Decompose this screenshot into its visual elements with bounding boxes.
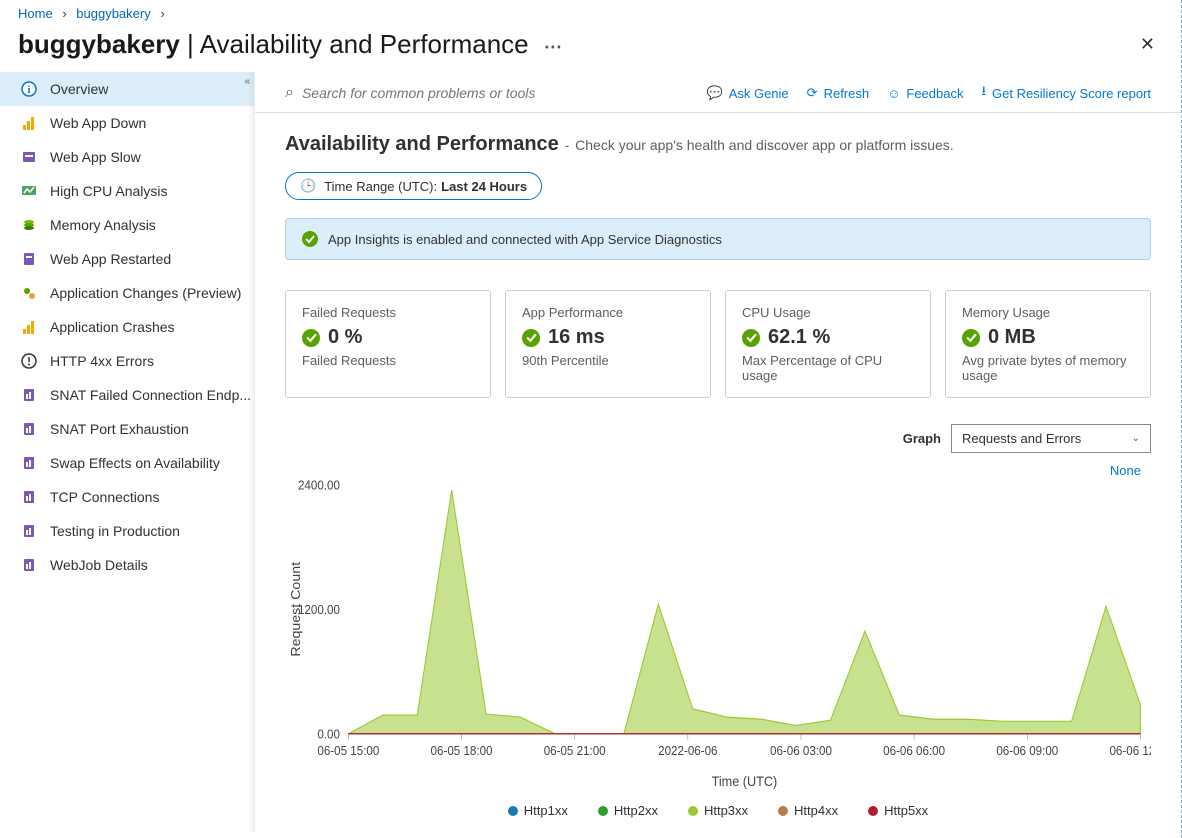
metric-card[interactable]: Failed Requests0 %Failed Requests — [285, 290, 491, 398]
smile-icon: ☺ — [887, 86, 900, 101]
section-title: Availability and Performance — [285, 133, 559, 156]
svg-text:2022-06-06: 2022-06-06 — [658, 743, 717, 758]
search-input[interactable] — [302, 85, 602, 101]
genie-icon: 💬 — [707, 85, 723, 101]
svg-text:Request Count: Request Count — [288, 562, 302, 657]
chart-legend: Http1xx Http2xx Http3xx Http4xx Http5xx — [285, 803, 1151, 818]
sidebar-item[interactable]: Application Changes (Preview) — [0, 276, 254, 310]
sidebar-icon — [20, 216, 38, 234]
sidebar-icon — [20, 420, 38, 438]
svg-text:06-05 21:00: 06-05 21:00 — [544, 743, 606, 758]
sidebar-item[interactable]: Swap Effects on Availability — [0, 446, 254, 480]
sidebar-icon — [20, 454, 38, 472]
main: ⌕ 💬Ask Genie ⟳Refresh ☺Feedback ⭳Get Res… — [255, 72, 1181, 832]
sidebar-item[interactable]: Testing in Production — [0, 514, 254, 548]
metrics-cards: Failed Requests0 %Failed RequestsApp Per… — [285, 290, 1151, 398]
sidebar-item[interactable]: Web App Slow — [0, 140, 254, 174]
svg-text:0.00: 0.00 — [317, 727, 340, 742]
sidebar-item[interactable]: Memory Analysis — [0, 208, 254, 242]
sidebar-icon: i — [20, 80, 38, 98]
header-more-icon[interactable]: ⋯ — [544, 37, 564, 57]
breadcrumb-app[interactable]: buggybakery — [76, 6, 150, 21]
breadcrumb: Home › buggybakery › — [0, 0, 1181, 25]
refresh-button[interactable]: ⟳Refresh — [807, 85, 869, 101]
legend-item[interactable]: Http3xx — [688, 803, 748, 818]
sidebar-icon — [20, 386, 38, 404]
svg-text:06-05 18:00: 06-05 18:00 — [431, 743, 493, 758]
sidebar-icon — [20, 250, 38, 268]
svg-text:1200.00: 1200.00 — [298, 602, 340, 617]
chart: None 0.001200.002400.0006-05 15:0006-05 … — [285, 473, 1151, 818]
sidebar-icon — [20, 556, 38, 574]
page-header: buggybakery | Availability and Performan… — [0, 25, 1181, 72]
sidebar-icon — [20, 488, 38, 506]
check-icon — [522, 329, 540, 347]
sidebar-icon — [20, 522, 38, 540]
svg-text:06-06 12:00: 06-06 12:00 — [1109, 743, 1151, 758]
svg-text:Time (UTC): Time (UTC) — [712, 773, 778, 789]
sidebar-icon — [20, 182, 38, 200]
metric-card[interactable]: App Performance16 ms90th Percentile — [505, 290, 711, 398]
svg-text:06-06 03:00: 06-06 03:00 — [770, 743, 832, 758]
info-banner: App Insights is enabled and connected wi… — [285, 218, 1151, 260]
legend-item[interactable]: Http5xx — [868, 803, 928, 818]
svg-text:06-05 15:00: 06-05 15:00 — [317, 743, 379, 758]
sidebar-item[interactable]: High CPU Analysis — [0, 174, 254, 208]
sidebar-item[interactable]: Web App Restarted — [0, 242, 254, 276]
resiliency-button[interactable]: ⭳Get Resiliency Score report — [981, 82, 1151, 104]
time-range-pill[interactable]: 🕒 Time Range (UTC): Last 24 Hours — [285, 172, 542, 200]
search-icon: ⌕ — [285, 84, 294, 102]
metric-card[interactable]: Memory Usage0 MBAvg private bytes of mem… — [945, 290, 1151, 398]
chevron-down-icon: ⌄ — [1132, 433, 1140, 444]
check-icon — [302, 329, 320, 347]
legend-item[interactable]: Http1xx — [508, 803, 568, 818]
sidebar-icon — [20, 114, 38, 132]
check-icon — [302, 231, 318, 247]
collapse-icon[interactable]: « — [244, 76, 250, 87]
svg-text:2400.00: 2400.00 — [298, 478, 340, 493]
sidebar-item[interactable]: iOverview — [0, 72, 254, 106]
sidebar-icon — [20, 318, 38, 336]
check-icon — [962, 329, 980, 347]
refresh-icon: ⟳ — [807, 85, 818, 101]
sidebar-icon — [20, 284, 38, 302]
feedback-button[interactable]: ☺Feedback — [887, 86, 963, 101]
close-icon[interactable]: ✕ — [1140, 34, 1155, 55]
section-subtitle: Check your app's health and discover app… — [575, 137, 954, 153]
sidebar-item[interactable]: TCP Connections — [0, 480, 254, 514]
sidebar: « iOverviewWeb App DownWeb App SlowHigh … — [0, 72, 255, 832]
toolbar: ⌕ 💬Ask Genie ⟳Refresh ☺Feedback ⭳Get Res… — [255, 72, 1181, 113]
legend-item[interactable]: Http4xx — [778, 803, 838, 818]
clock-icon: 🕒 — [300, 178, 316, 194]
sidebar-item[interactable]: Application Crashes — [0, 310, 254, 344]
legend-item[interactable]: Http2xx — [598, 803, 658, 818]
sidebar-item[interactable]: SNAT Failed Connection Endp... — [0, 378, 254, 412]
sidebar-item[interactable]: Web App Down — [0, 106, 254, 140]
sidebar-item[interactable]: SNAT Port Exhaustion — [0, 412, 254, 446]
breadcrumb-home[interactable]: Home — [18, 6, 53, 21]
svg-text:i: i — [27, 84, 30, 96]
sidebar-item[interactable]: HTTP 4xx Errors — [0, 344, 254, 378]
sidebar-icon — [20, 148, 38, 166]
sidebar-item[interactable]: WebJob Details — [0, 548, 254, 582]
check-icon — [742, 329, 760, 347]
graph-select[interactable]: Requests and Errors ⌄ — [951, 424, 1151, 453]
svg-text:06-06 09:00: 06-06 09:00 — [996, 743, 1058, 758]
download-icon: ⭳ — [981, 82, 986, 104]
sidebar-icon — [20, 352, 38, 370]
graph-label: Graph — [903, 431, 941, 446]
page-title: buggybakery | Availability and Performan… — [18, 29, 1140, 60]
ask-genie-button[interactable]: 💬Ask Genie — [707, 85, 789, 101]
svg-text:06-06 06:00: 06-06 06:00 — [883, 743, 945, 758]
chart-none-link[interactable]: None — [1110, 463, 1141, 478]
metric-card[interactable]: CPU Usage62.1 %Max Percentage of CPU usa… — [725, 290, 931, 398]
